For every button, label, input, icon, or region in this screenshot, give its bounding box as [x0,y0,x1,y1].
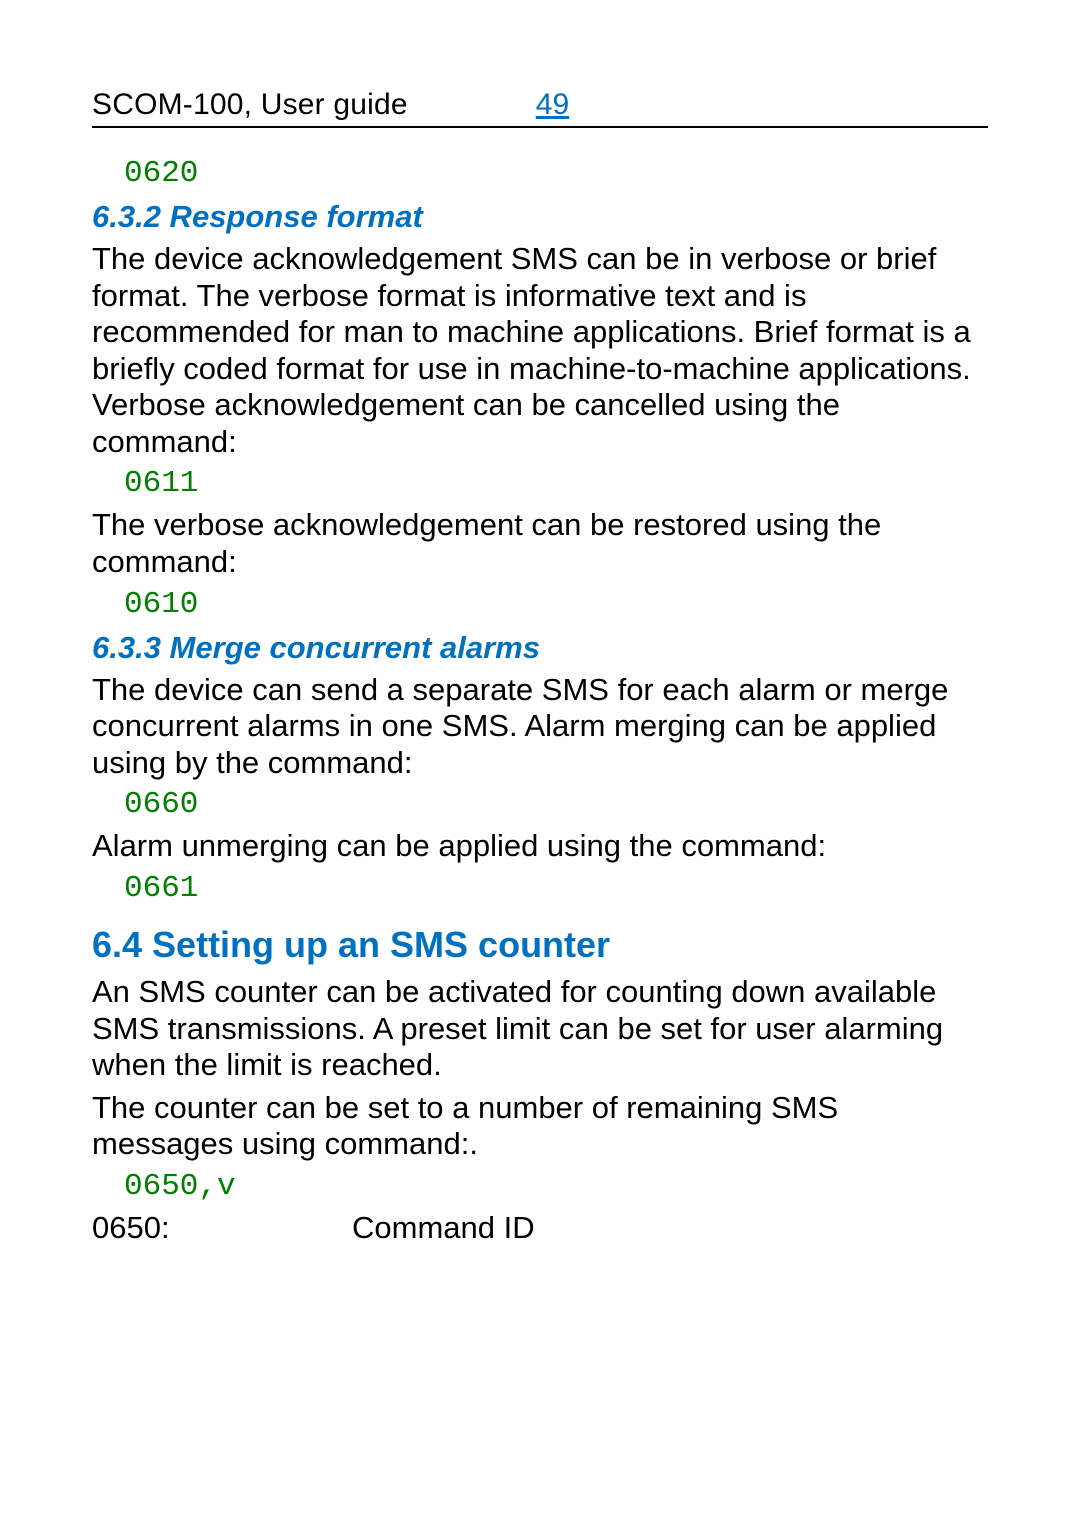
header-page-number: 49 [536,88,569,122]
heading-64: 6.4 Setting up an SMS counter [92,924,988,966]
code-0650v: 0650,v [124,1169,988,1204]
paragraph-64-2: The counter can be set to a number of re… [92,1090,988,1163]
code-0660: 0660 [124,787,988,822]
paragraph-64-1: An SMS counter can be activated for coun… [92,974,988,1084]
page-header: SCOM-100, User guide 49 [92,88,988,128]
code-0610: 0610 [124,587,988,622]
paragraph-633-1: The device can send a separate SMS for e… [92,672,988,782]
heading-632: 6.3.2 Response format [92,199,988,235]
code-0611: 0611 [124,466,988,501]
code-0661: 0661 [124,871,988,906]
paragraph-632-1: The device acknowledgement SMS can be in… [92,241,988,460]
command-label: 0650: [92,1210,352,1246]
header-title: SCOM-100, User guide [92,88,408,122]
heading-633: 6.3.3 Merge concurrent alarms [92,630,988,666]
command-row: 0650: Command ID [92,1210,988,1246]
code-0620: 0620 [124,156,988,191]
paragraph-633-2: Alarm unmerging can be applied using the… [92,828,988,865]
paragraph-632-2: The verbose acknowledgement can be resto… [92,507,988,580]
command-description: Command ID [352,1210,535,1246]
